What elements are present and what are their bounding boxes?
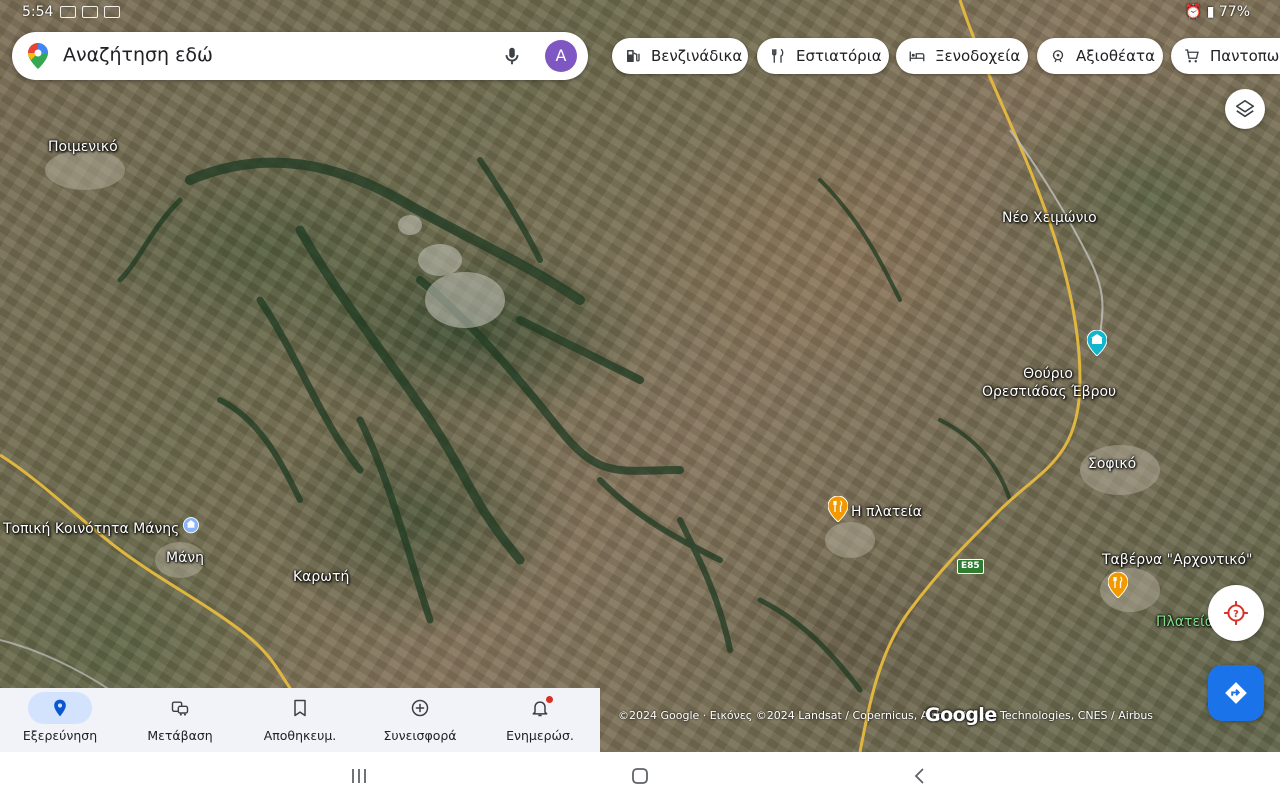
place-label-poimeniko[interactable]: Ποιμενικό (48, 138, 118, 156)
layers-button[interactable] (1225, 89, 1265, 129)
back-icon[interactable] (910, 766, 930, 786)
chip-label: Βενζινάδικα (651, 47, 743, 65)
system-navigation-bar (0, 752, 1280, 800)
directions-icon (1225, 682, 1247, 704)
chip-groceries[interactable]: Παντοπωλ (1171, 38, 1280, 74)
road-west (0, 453, 302, 702)
hotel-icon (909, 51, 925, 62)
account-avatar[interactable]: A (545, 40, 577, 72)
alarm-icon: ⏰ (1184, 4, 1203, 20)
directions-button[interactable] (1208, 665, 1264, 721)
google-maps-logo-icon (28, 43, 48, 69)
bottom-navigation: Εξερεύνηση Μετάβαση Αποθηκευμ. Συνεισφορ… (0, 688, 600, 752)
battery-level: 77% (1218, 4, 1250, 20)
tab-updates[interactable]: Ενημερώσ. (480, 688, 600, 752)
chip-label: Αξιοθέατα (1076, 47, 1155, 65)
youtube-notification-icon (60, 6, 76, 18)
explore-pin-icon (54, 699, 66, 717)
place-label-thourio[interactable]: Θούριο Ορεστιάδας Έβρου (982, 365, 1117, 401)
civic-building-pin-icon[interactable] (1087, 330, 1107, 356)
bookmark-icon (294, 699, 306, 717)
add-circle-icon (411, 699, 429, 717)
tab-label: Μετάβαση (147, 728, 213, 743)
place-label-topiki-koinotita[interactable]: Τοπική Κοινότητα Μάνης (3, 520, 179, 538)
place-label-thourio-line2: Ορεστιάδας Έβρου (982, 384, 1117, 400)
tab-explore[interactable]: Εξερεύνηση (0, 688, 120, 752)
restaurant-pin-icon[interactable] (828, 496, 848, 522)
chip-restaurants[interactable]: Εστιατόρια (757, 38, 889, 74)
svg-text:?: ? (1233, 609, 1239, 620)
search-input[interactable]: Αναζήτηση εδώ (63, 44, 213, 66)
place-label-karoti[interactable]: Καρωτή (293, 568, 349, 586)
gas-station-icon (627, 50, 640, 62)
place-label-taverna[interactable]: Ταβέρνα "Αρχοντικό" (1102, 551, 1252, 569)
tab-label: Ενημερώσ. (506, 728, 574, 743)
microphone-icon[interactable] (501, 45, 523, 67)
status-right: ⏰ ▮ 77% (1185, 4, 1250, 20)
status-bar: 5:54 ⏰ ▮ 77% (0, 0, 1280, 26)
map-attribution[interactable]: ©2024 Google · Εικόνες ©2024 Landsat / C… (618, 709, 1153, 722)
tab-label: Εξερεύνηση (22, 728, 98, 743)
taverna-restaurant-pin-icon[interactable] (1108, 572, 1128, 598)
tab-contribute[interactable]: Συνεισφορά (360, 688, 480, 752)
place-label-platia[interactable]: Η πλατεία (851, 503, 922, 521)
chip-label: Παντοπωλ (1210, 47, 1280, 65)
signal-icon: ▮ (1206, 4, 1215, 20)
tab-commute[interactable]: Μετάβαση (120, 688, 240, 752)
place-label-neo-cheimonio[interactable]: Νέο Χειμώνιο (1002, 209, 1097, 227)
satellite-map[interactable]: Ποιμενικό Νέο Χειμώνιο Θούριο Ορεστιάδας… (0, 0, 1280, 752)
google-logo: Google (925, 704, 997, 726)
notification-dot (546, 696, 553, 703)
layers-icon (1235, 99, 1255, 118)
location-unknown-icon: ? (1224, 601, 1248, 625)
place-label-mani[interactable]: Μάνη (166, 549, 204, 567)
restaurant-icon (772, 48, 784, 63)
place-label-thourio-line1: Θούριο (1023, 366, 1073, 382)
chip-hotels[interactable]: Ξενοδοχεία (896, 38, 1028, 74)
search-bar[interactable]: Αναζήτηση εδώ A (12, 32, 588, 80)
road-shield-e85: E85 (957, 559, 984, 574)
chip-label: Ξενοδοχεία (935, 47, 1021, 65)
shopping-cart-icon (1185, 49, 1199, 63)
tab-saved[interactable]: Αποθηκευμ. (240, 688, 360, 752)
chip-gas-stations[interactable]: Βενζινάδικα (612, 38, 748, 74)
chip-attractions[interactable]: Αξιοθέατα (1037, 38, 1163, 74)
place-label-platia-green[interactable]: Πλατεία (1156, 613, 1214, 631)
home-icon[interactable] (630, 766, 650, 786)
tab-label: Συνεισφορά (383, 728, 457, 743)
commute-icon (171, 701, 189, 716)
civic-building-pin-icon-mani[interactable] (182, 515, 200, 537)
gallery-notification-icon (82, 6, 98, 18)
place-label-sofiko[interactable]: Σοφικό (1088, 455, 1136, 473)
my-location-button[interactable]: ? (1208, 585, 1264, 641)
status-time: 5:54 (22, 4, 54, 20)
chip-label: Εστιατόρια (796, 47, 882, 65)
tab-label: Αποθηκευμ. (263, 728, 337, 743)
youtube-notification-icon-2 (104, 6, 120, 18)
recent-apps-icon[interactable] (349, 766, 369, 786)
attractions-icon (1052, 50, 1064, 63)
